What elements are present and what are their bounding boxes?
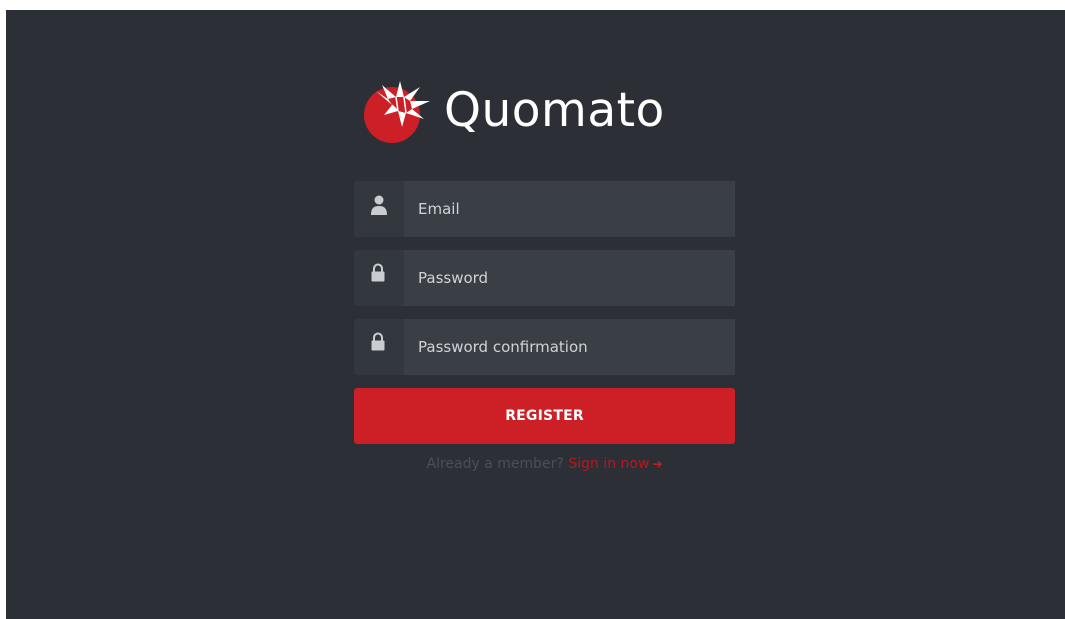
password-confirmation-field[interactable] <box>404 319 735 375</box>
brand-name: Quomato <box>444 82 665 138</box>
password-confirmation-field-addon <box>354 319 404 375</box>
lock-icon <box>371 263 385 282</box>
lock-icon <box>371 332 385 351</box>
password-field-addon <box>354 250 404 306</box>
email-field-group <box>354 181 735 237</box>
password-confirmation-field-group <box>354 319 735 375</box>
password-field-group <box>354 250 735 306</box>
register-button[interactable]: REGISTER <box>354 388 735 444</box>
signin-prompt-line: Already a member? Sign in now ➔ <box>354 456 735 472</box>
email-field[interactable] <box>404 181 735 237</box>
signin-prompt-text: Already a member? <box>426 456 564 472</box>
tomato-logo-icon <box>364 81 430 143</box>
password-field[interactable] <box>404 250 735 306</box>
user-icon <box>371 195 387 215</box>
email-field-addon <box>354 181 404 237</box>
brand-logo: Quomato <box>362 75 665 145</box>
arrow-right-icon: ➔ <box>652 457 663 471</box>
signin-link[interactable]: Sign in now ➔ <box>568 456 662 472</box>
signin-link-label: Sign in now <box>568 456 650 472</box>
register-form: REGISTER Already a member? Sign in now➔ <box>354 181 735 472</box>
